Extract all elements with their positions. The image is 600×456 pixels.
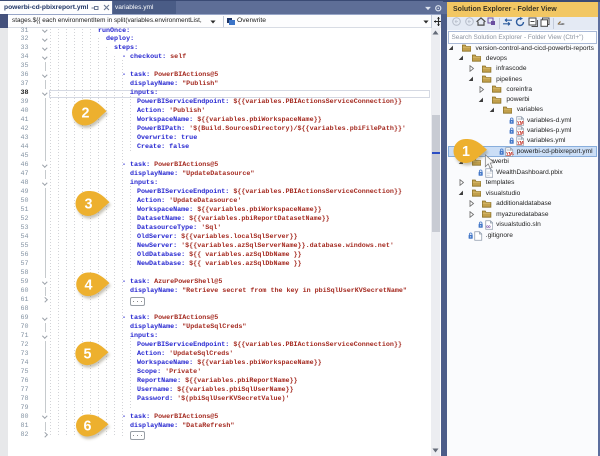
svg-text:3: 3 — [85, 197, 93, 213]
svg-text:5: 5 — [84, 347, 92, 363]
svg-text:4: 4 — [85, 277, 93, 293]
svg-text:6: 6 — [84, 419, 92, 435]
svg-text:1: 1 — [462, 144, 470, 160]
svg-text:2: 2 — [82, 106, 90, 122]
